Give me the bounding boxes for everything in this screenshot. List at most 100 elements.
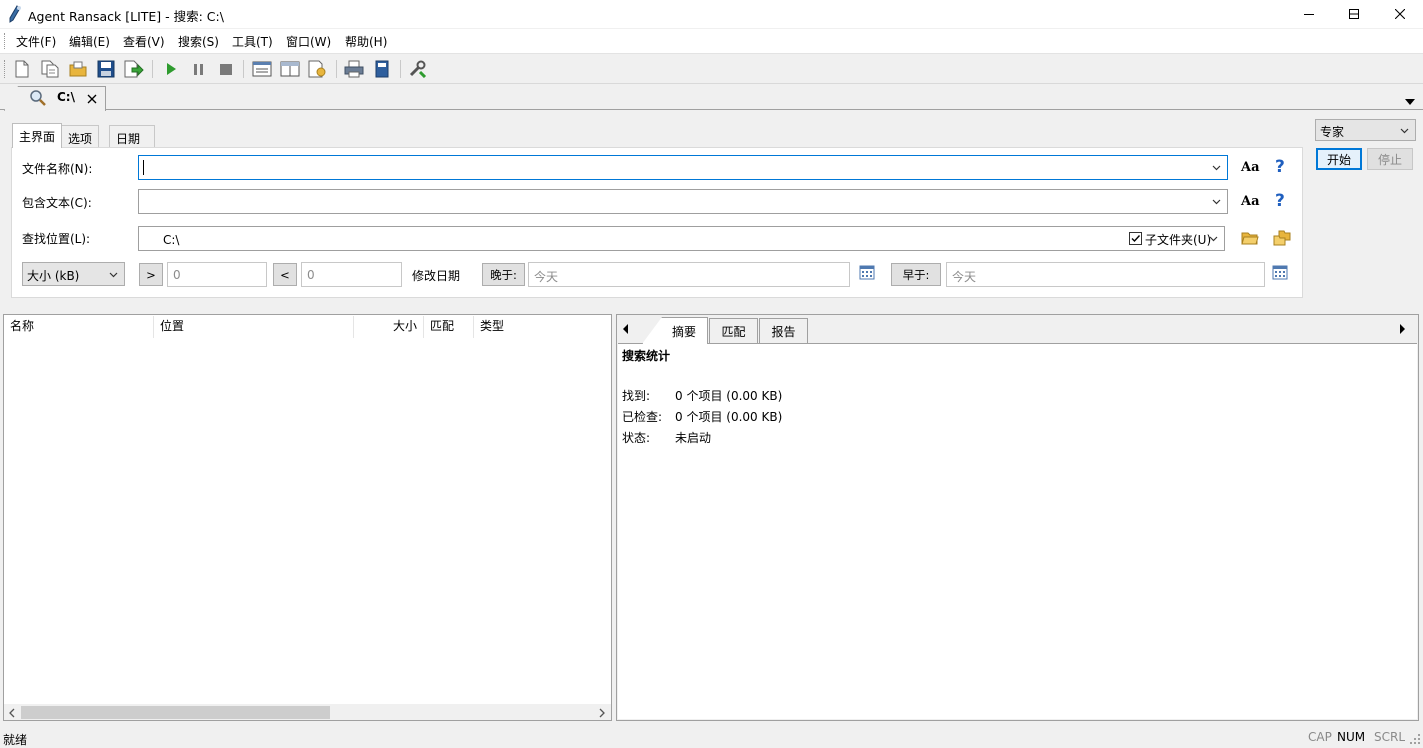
mode-value: 专家 — [1320, 125, 1345, 139]
before-button[interactable]: 早于: — [891, 263, 941, 286]
menu-grip — [4, 33, 6, 49]
summary-heading: 搜索统计 — [622, 349, 671, 363]
content-label: 包含文本(C): — [22, 196, 92, 210]
copy-doc-icon[interactable] — [40, 59, 60, 79]
window-maximize-button[interactable] — [1331, 0, 1377, 28]
menu-view[interactable]: 查看(V) — [123, 33, 165, 50]
checked-value: 0 个项目 (0.00 KB) — [675, 410, 783, 424]
menu-bar: 文件(F) 编辑(E) 查看(V) 搜索(S) 工具(T) 窗口(W) 帮助(H… — [0, 29, 1423, 54]
save-icon[interactable] — [96, 59, 116, 79]
report-icon[interactable] — [308, 59, 328, 79]
column-header-name[interactable]: 名称 — [10, 317, 34, 334]
tabs-scroll-left-icon[interactable] — [623, 323, 629, 334]
after-date-input[interactable]: 今天 — [528, 262, 850, 287]
close-tab-icon[interactable] — [87, 93, 97, 104]
help-icon[interactable]: ? — [1275, 157, 1285, 177]
size-max-input[interactable]: 0 — [301, 262, 402, 287]
layout-icon[interactable] — [280, 59, 300, 79]
stop-button: 停止 — [1367, 148, 1413, 170]
filename-label: 文件名称(N): — [22, 162, 93, 176]
status-text: 就绪 — [3, 733, 28, 747]
tabs-scroll-right-icon[interactable] — [1399, 323, 1405, 334]
toolbar — [0, 55, 1423, 84]
multi-folder-icon[interactable] — [1273, 230, 1291, 246]
checked-label: 已检查: — [622, 410, 663, 424]
column-header-type[interactable]: 类型 — [480, 317, 504, 334]
window-list-icon[interactable] — [252, 59, 272, 79]
modified-date-label: 修改日期 — [412, 269, 461, 283]
scrollbar-thumb[interactable] — [21, 706, 330, 719]
filename-combobox[interactable] — [138, 155, 1228, 180]
size-unit-select[interactable]: 大小 (kB) — [22, 262, 125, 286]
location-label: 查找位置(L): — [22, 232, 91, 246]
print-icon[interactable] — [344, 59, 364, 79]
start-button[interactable]: 开始 — [1316, 148, 1362, 170]
size-min-input[interactable]: 0 — [167, 262, 267, 287]
mode-select[interactable]: 专家 — [1315, 119, 1416, 141]
doc-tab-label: C:\ — [57, 90, 75, 104]
calendar-icon[interactable] — [859, 264, 875, 280]
tools-icon[interactable] — [408, 59, 428, 79]
column-header-location[interactable]: 位置 — [160, 317, 184, 334]
play-icon[interactable] — [161, 59, 181, 79]
tab-options[interactable]: 选项 — [61, 125, 100, 148]
subfolders-checkbox[interactable] — [1129, 232, 1142, 245]
location-combobox[interactable]: C:\ — [138, 226, 1225, 251]
before-date-input[interactable]: 今天 — [946, 262, 1265, 287]
tab-matches[interactable]: 匹配 — [709, 318, 758, 343]
case-sensitive-button[interactable]: Aa — [1241, 160, 1260, 175]
less-than-button[interactable]: < — [273, 263, 297, 286]
window-close-button[interactable] — [1377, 0, 1423, 28]
scroll-left-icon[interactable] — [8, 707, 16, 718]
toolbar-separator — [243, 60, 244, 78]
window-minimize-button[interactable] — [1286, 0, 1332, 28]
tab-main[interactable]: 主界面 — [12, 123, 63, 148]
toolbar-separator — [336, 60, 337, 78]
content-help-icon[interactable]: ? — [1275, 191, 1285, 211]
book-icon[interactable] — [372, 59, 392, 79]
menu-file[interactable]: 文件(F) — [16, 33, 56, 50]
content-combobox[interactable] — [138, 189, 1228, 214]
subfolders-label: 子文件夹(U) — [1145, 233, 1212, 247]
size-unit-value: 大小 (kB) — [27, 269, 80, 283]
search-icon — [29, 89, 47, 107]
column-header-size[interactable]: 大小 — [393, 317, 417, 334]
chevron-down-icon[interactable] — [1212, 163, 1221, 172]
scroll-right-icon[interactable] — [598, 707, 606, 718]
toolbar-separator — [400, 60, 401, 78]
tab-report[interactable]: 报告 — [759, 318, 808, 343]
menu-tools[interactable]: 工具(T) — [232, 33, 273, 50]
chevron-down-icon[interactable] — [1212, 197, 1221, 206]
status-bar — [0, 727, 1423, 747]
toolbar-separator — [152, 60, 153, 78]
export-icon[interactable] — [124, 59, 144, 79]
column-divider — [153, 316, 154, 338]
found-label: 找到: — [622, 389, 651, 403]
menu-edit[interactable]: 编辑(E) — [69, 33, 110, 50]
stop-icon[interactable] — [216, 59, 236, 79]
menu-window[interactable]: 窗口(W) — [286, 33, 331, 50]
column-header-match[interactable]: 匹配 — [430, 317, 454, 334]
location-value: C:\ — [163, 233, 180, 247]
greater-than-button[interactable]: > — [139, 263, 163, 286]
menu-help[interactable]: 帮助(H) — [345, 33, 387, 50]
tab-list-dropdown-icon[interactable] — [1405, 94, 1415, 105]
content-case-button[interactable]: Aa — [1241, 194, 1260, 209]
menu-search[interactable]: 搜索(S) — [178, 33, 219, 50]
column-divider — [353, 316, 354, 338]
new-icon[interactable] — [12, 59, 32, 79]
pause-icon[interactable] — [189, 59, 209, 79]
calendar-icon[interactable] — [1272, 264, 1288, 280]
results-list[interactable] — [3, 314, 612, 721]
resize-grip-icon[interactable] — [1410, 734, 1421, 745]
chevron-down-icon — [109, 272, 118, 278]
title-bar: Agent Ransack [LITE] - 搜索: C:\ — [0, 0, 1423, 28]
scroll-lock-indicator: SCRL — [1374, 730, 1406, 744]
tab-date[interactable]: 日期 — [109, 125, 155, 148]
browse-folder-icon[interactable] — [1241, 230, 1259, 246]
found-value: 0 个项目 (0.00 KB) — [675, 389, 783, 403]
column-divider — [473, 316, 474, 338]
window-title: Agent Ransack [LITE] - 搜索: C:\ — [28, 9, 224, 24]
open-folder-icon[interactable] — [68, 59, 88, 79]
after-button[interactable]: 晚于: — [482, 263, 525, 286]
